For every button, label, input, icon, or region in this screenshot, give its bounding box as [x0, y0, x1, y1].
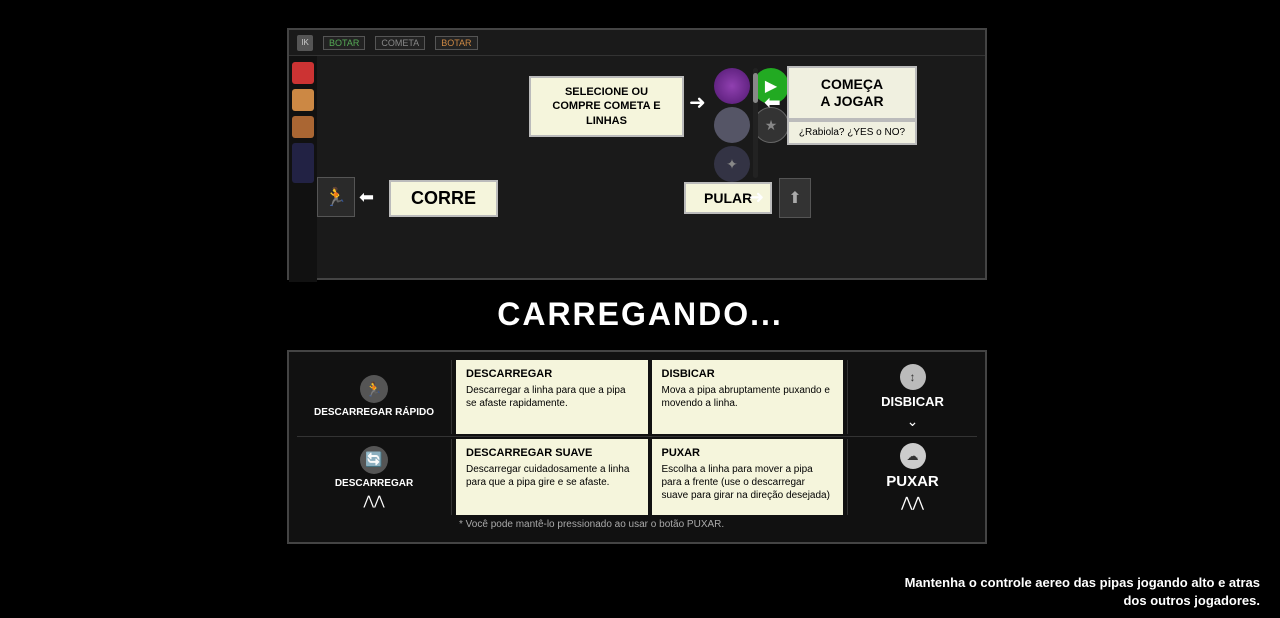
descarregar-info-box: DESCARREGAR Descarregar a linha para que…	[456, 360, 648, 434]
botar-button-2[interactable]: BOTAR	[435, 36, 477, 50]
instruction-note: * Você pode mantê-lo pressionado ao usar…	[297, 515, 977, 534]
puxar-info-box: PUXAR Escolha a linha para mover a pipa …	[652, 439, 844, 515]
cometa-button[interactable]: COMETA	[375, 36, 425, 50]
sidebar-icons	[289, 56, 317, 282]
disbicar-icon: ↕	[900, 364, 926, 390]
footer-text: Mantenha o controle aereo das pipas joga…	[905, 574, 1260, 610]
descarregar-left: 🔄 DESCARREGAR ⋀⋀	[297, 439, 452, 515]
instruction-row-1: 🏃 DESCARREGAR RÁPIDO DESCARREGAR Descarr…	[297, 360, 977, 434]
disbicar-chevron-down: ⌄	[907, 413, 919, 430]
disbicar-info-box: DISBICAR Mova a pipa abruptamente puxand…	[652, 360, 844, 434]
arrow-left-from-comeca: ⬅	[764, 90, 781, 115]
kite-icons-area: ▶ ★ ✦	[714, 68, 789, 182]
comeca-jogar-box[interactable]: COMEÇA A JOGAR	[787, 66, 917, 120]
game-panel: IK BOTAR COMETA BOTAR SELECIONE OU COMPR…	[287, 28, 987, 280]
puxar-right: ☁ PUXAR ⋀⋀	[847, 439, 977, 515]
descarregar-rapido-left: 🏃 DESCARREGAR RÁPIDO	[297, 360, 452, 434]
descarregar-rapido-label: DESCARREGAR RÁPIDO	[314, 407, 434, 419]
sidebar-icon-blue	[292, 143, 314, 183]
kite-icon-gray[interactable]	[714, 107, 750, 143]
descarregar-icon: 🔄	[360, 446, 388, 474]
descarregar-label: DESCARREGAR	[335, 478, 413, 489]
sidebar-icon-red[interactable]	[292, 62, 314, 84]
corre-label: CORRE	[389, 180, 498, 217]
kite-icon-bottom[interactable]: ✦	[714, 146, 750, 182]
arrow-left-corre: ⬅	[359, 187, 374, 208]
descarregar-info-title: DESCARREGAR	[466, 368, 638, 380]
puxar-info-text: Escolha a linha para mover a pipa para a…	[662, 463, 834, 502]
descarregar-suave-text: Descarregar cuidadosamente a linha para …	[466, 463, 638, 489]
puxar-info-title: PUXAR	[662, 447, 834, 459]
scroll-thumb	[753, 73, 758, 103]
descarregar-suave-box: DESCARREGAR SUAVE Descarregar cuidadosam…	[456, 439, 648, 515]
cometa-select-box[interactable]: SELECIONE OU COMPRE COMETA E LINHAS	[529, 76, 684, 137]
puxar-label: PUXAR	[886, 473, 939, 490]
sidebar-icon-yellow[interactable]	[292, 116, 314, 138]
descarregar-info-text: Descarregar a linha para que a pipa se a…	[466, 384, 638, 410]
disbicar-info-text: Mova a pipa abruptamente puxando e moven…	[662, 384, 834, 410]
loading-text: CARREGANDO...	[497, 296, 783, 333]
arrow-right-pular: ➜	[749, 187, 764, 208]
instruction-divider	[297, 436, 977, 437]
footer-line2: dos outros jogadores.	[905, 592, 1260, 610]
descarregar-rapido-icon: 🏃	[360, 375, 388, 403]
botar-button-1[interactable]: BOTAR	[323, 36, 365, 50]
instruction-row-2: 🔄 DESCARREGAR ⋀⋀ DESCARREGAR SUAVE Desca…	[297, 439, 977, 515]
puxar-chevrons: ⋀⋀	[901, 494, 924, 511]
disbicar-info-title: DISBICAR	[662, 368, 834, 380]
corre-icon: 🏃	[317, 177, 355, 217]
disbicar-label: DISBICAR	[881, 394, 944, 409]
top-bar: IK BOTAR COMETA BOTAR	[289, 30, 985, 56]
rabiola-box[interactable]: ¿Rabiola? ¿YES o NO?	[787, 120, 917, 145]
footer-line1: Mantenha o controle aereo das pipas joga…	[905, 574, 1260, 592]
ik-icon: IK	[297, 35, 313, 51]
sidebar-icon-orange[interactable]	[292, 89, 314, 111]
instruction-panel: 🏃 DESCARREGAR RÁPIDO DESCARREGAR Descarr…	[287, 350, 987, 544]
pular-icon: ⬆	[779, 178, 811, 218]
arrow-to-kites: ➜	[689, 90, 706, 115]
puxar-icon: ☁	[900, 443, 926, 469]
kite-icon-purple[interactable]	[714, 68, 750, 104]
descarregar-chevrons: ⋀⋀	[363, 493, 384, 509]
kite-scrollbar[interactable]	[753, 68, 758, 178]
disbicar-right: ↕ DISBICAR ⌄	[847, 360, 977, 434]
descarregar-suave-title: DESCARREGAR SUAVE	[466, 447, 638, 459]
